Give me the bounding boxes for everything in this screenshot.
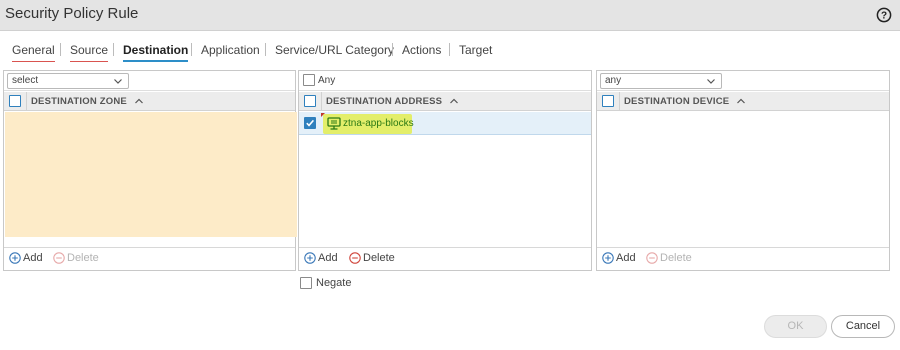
- zone-delete-label: Delete: [67, 252, 99, 264]
- tab-divider: [113, 43, 114, 56]
- help-icon[interactable]: ?: [876, 7, 892, 23]
- tab-divider: [265, 43, 266, 56]
- tab-actions[interactable]: Actions: [402, 42, 441, 61]
- zone-column-header: DESTINATION ZONE: [4, 92, 295, 111]
- address-any-checkbox[interactable]: [303, 74, 315, 86]
- device-panel-footer: Add Delete: [597, 247, 889, 270]
- zone-list-empty-area: [5, 112, 297, 237]
- delete-circle-icon: [53, 252, 65, 264]
- zone-panel-top: select: [4, 71, 295, 91]
- destination-address-panel: Any DESTINATION ADDRESS ztna-app-blocks: [298, 70, 592, 271]
- device-select-value: any: [605, 75, 622, 86]
- sort-ascending-icon: [134, 99, 143, 104]
- chevron-down-icon: [707, 79, 715, 84]
- address-group-icon: [327, 117, 341, 130]
- sort-ascending-icon: [450, 99, 459, 104]
- address-column-title[interactable]: DESTINATION ADDRESS: [326, 96, 459, 107]
- chevron-down-icon: [114, 79, 122, 84]
- zone-select-value: select: [12, 75, 39, 86]
- checkmark-icon: [306, 119, 315, 127]
- device-column-header: DESTINATION DEVICE: [597, 92, 889, 111]
- destination-device-panel: any DESTINATION DEVICE Add Delete: [596, 70, 890, 271]
- address-any-label: Any: [318, 75, 336, 86]
- tab-divider: [191, 43, 192, 56]
- zone-column-title[interactable]: DESTINATION ZONE: [31, 96, 144, 107]
- address-column-header: DESTINATION ADDRESS: [299, 92, 591, 111]
- tab-general[interactable]: General: [12, 42, 55, 62]
- add-circle-icon: [9, 252, 21, 264]
- zone-list[interactable]: [4, 112, 297, 248]
- tab-bar: General Source Destination Application S…: [0, 31, 900, 65]
- address-panel-footer: Add Delete: [299, 247, 591, 270]
- header-divider: [321, 92, 322, 111]
- address-object-name: ztna-app-blocks: [343, 118, 414, 129]
- delete-circle-icon: [646, 252, 658, 264]
- address-column-title-text: DESTINATION ADDRESS: [326, 96, 443, 107]
- negate-label: Negate: [316, 277, 352, 289]
- device-select-dropdown[interactable]: any: [600, 73, 722, 89]
- address-select-all-checkbox[interactable]: [304, 95, 316, 107]
- device-delete-label: Delete: [660, 252, 692, 264]
- header-divider: [619, 92, 620, 111]
- zone-add-label: Add: [23, 252, 43, 264]
- device-list[interactable]: [597, 112, 889, 248]
- tab-divider: [60, 43, 61, 56]
- tab-source[interactable]: Source: [70, 42, 109, 62]
- dialog-title: Security Policy Rule: [5, 5, 139, 22]
- device-panel-top: any: [597, 71, 889, 91]
- device-add-label: Add: [616, 252, 636, 264]
- tab-service-url-category[interactable]: Service/URL Category: [275, 42, 394, 61]
- address-delete-label: Delete: [363, 252, 395, 264]
- zone-column-title-text: DESTINATION ZONE: [31, 96, 127, 107]
- address-panel-top: Any: [299, 71, 591, 91]
- device-column-title-text: DESTINATION DEVICE: [624, 96, 730, 107]
- tab-application[interactable]: Application: [201, 42, 260, 61]
- delete-circle-icon: [349, 252, 361, 264]
- sort-ascending-icon: [737, 99, 746, 104]
- address-add-label: Add: [318, 252, 338, 264]
- tab-divider: [449, 43, 450, 56]
- device-select-all-checkbox[interactable]: [602, 95, 614, 107]
- table-row[interactable]: ztna-app-blocks: [299, 112, 591, 135]
- device-column-title[interactable]: DESTINATION DEVICE: [624, 96, 746, 107]
- add-circle-icon: [602, 252, 614, 264]
- ok-button[interactable]: OK: [764, 315, 827, 338]
- cancel-button[interactable]: Cancel: [831, 315, 895, 338]
- negate-checkbox[interactable]: [300, 277, 312, 289]
- zone-select-all-checkbox[interactable]: [9, 95, 21, 107]
- tab-target[interactable]: Target: [459, 42, 492, 61]
- address-object-link[interactable]: ztna-app-blocks: [323, 114, 414, 134]
- tab-divider: [392, 43, 393, 56]
- zone-select-dropdown[interactable]: select: [7, 73, 129, 89]
- tab-destination[interactable]: Destination: [123, 42, 189, 62]
- add-circle-icon: [304, 252, 316, 264]
- address-row-checkbox[interactable]: [304, 117, 316, 129]
- zone-panel-footer: Add Delete: [4, 247, 295, 270]
- header-divider: [26, 92, 27, 111]
- address-list: ztna-app-blocks: [299, 112, 591, 248]
- dialog-titlebar: Security Policy Rule ?: [0, 0, 900, 31]
- destination-zone-panel: select DESTINATION ZONE Add Delete: [3, 70, 297, 271]
- svg-text:?: ?: [881, 11, 887, 22]
